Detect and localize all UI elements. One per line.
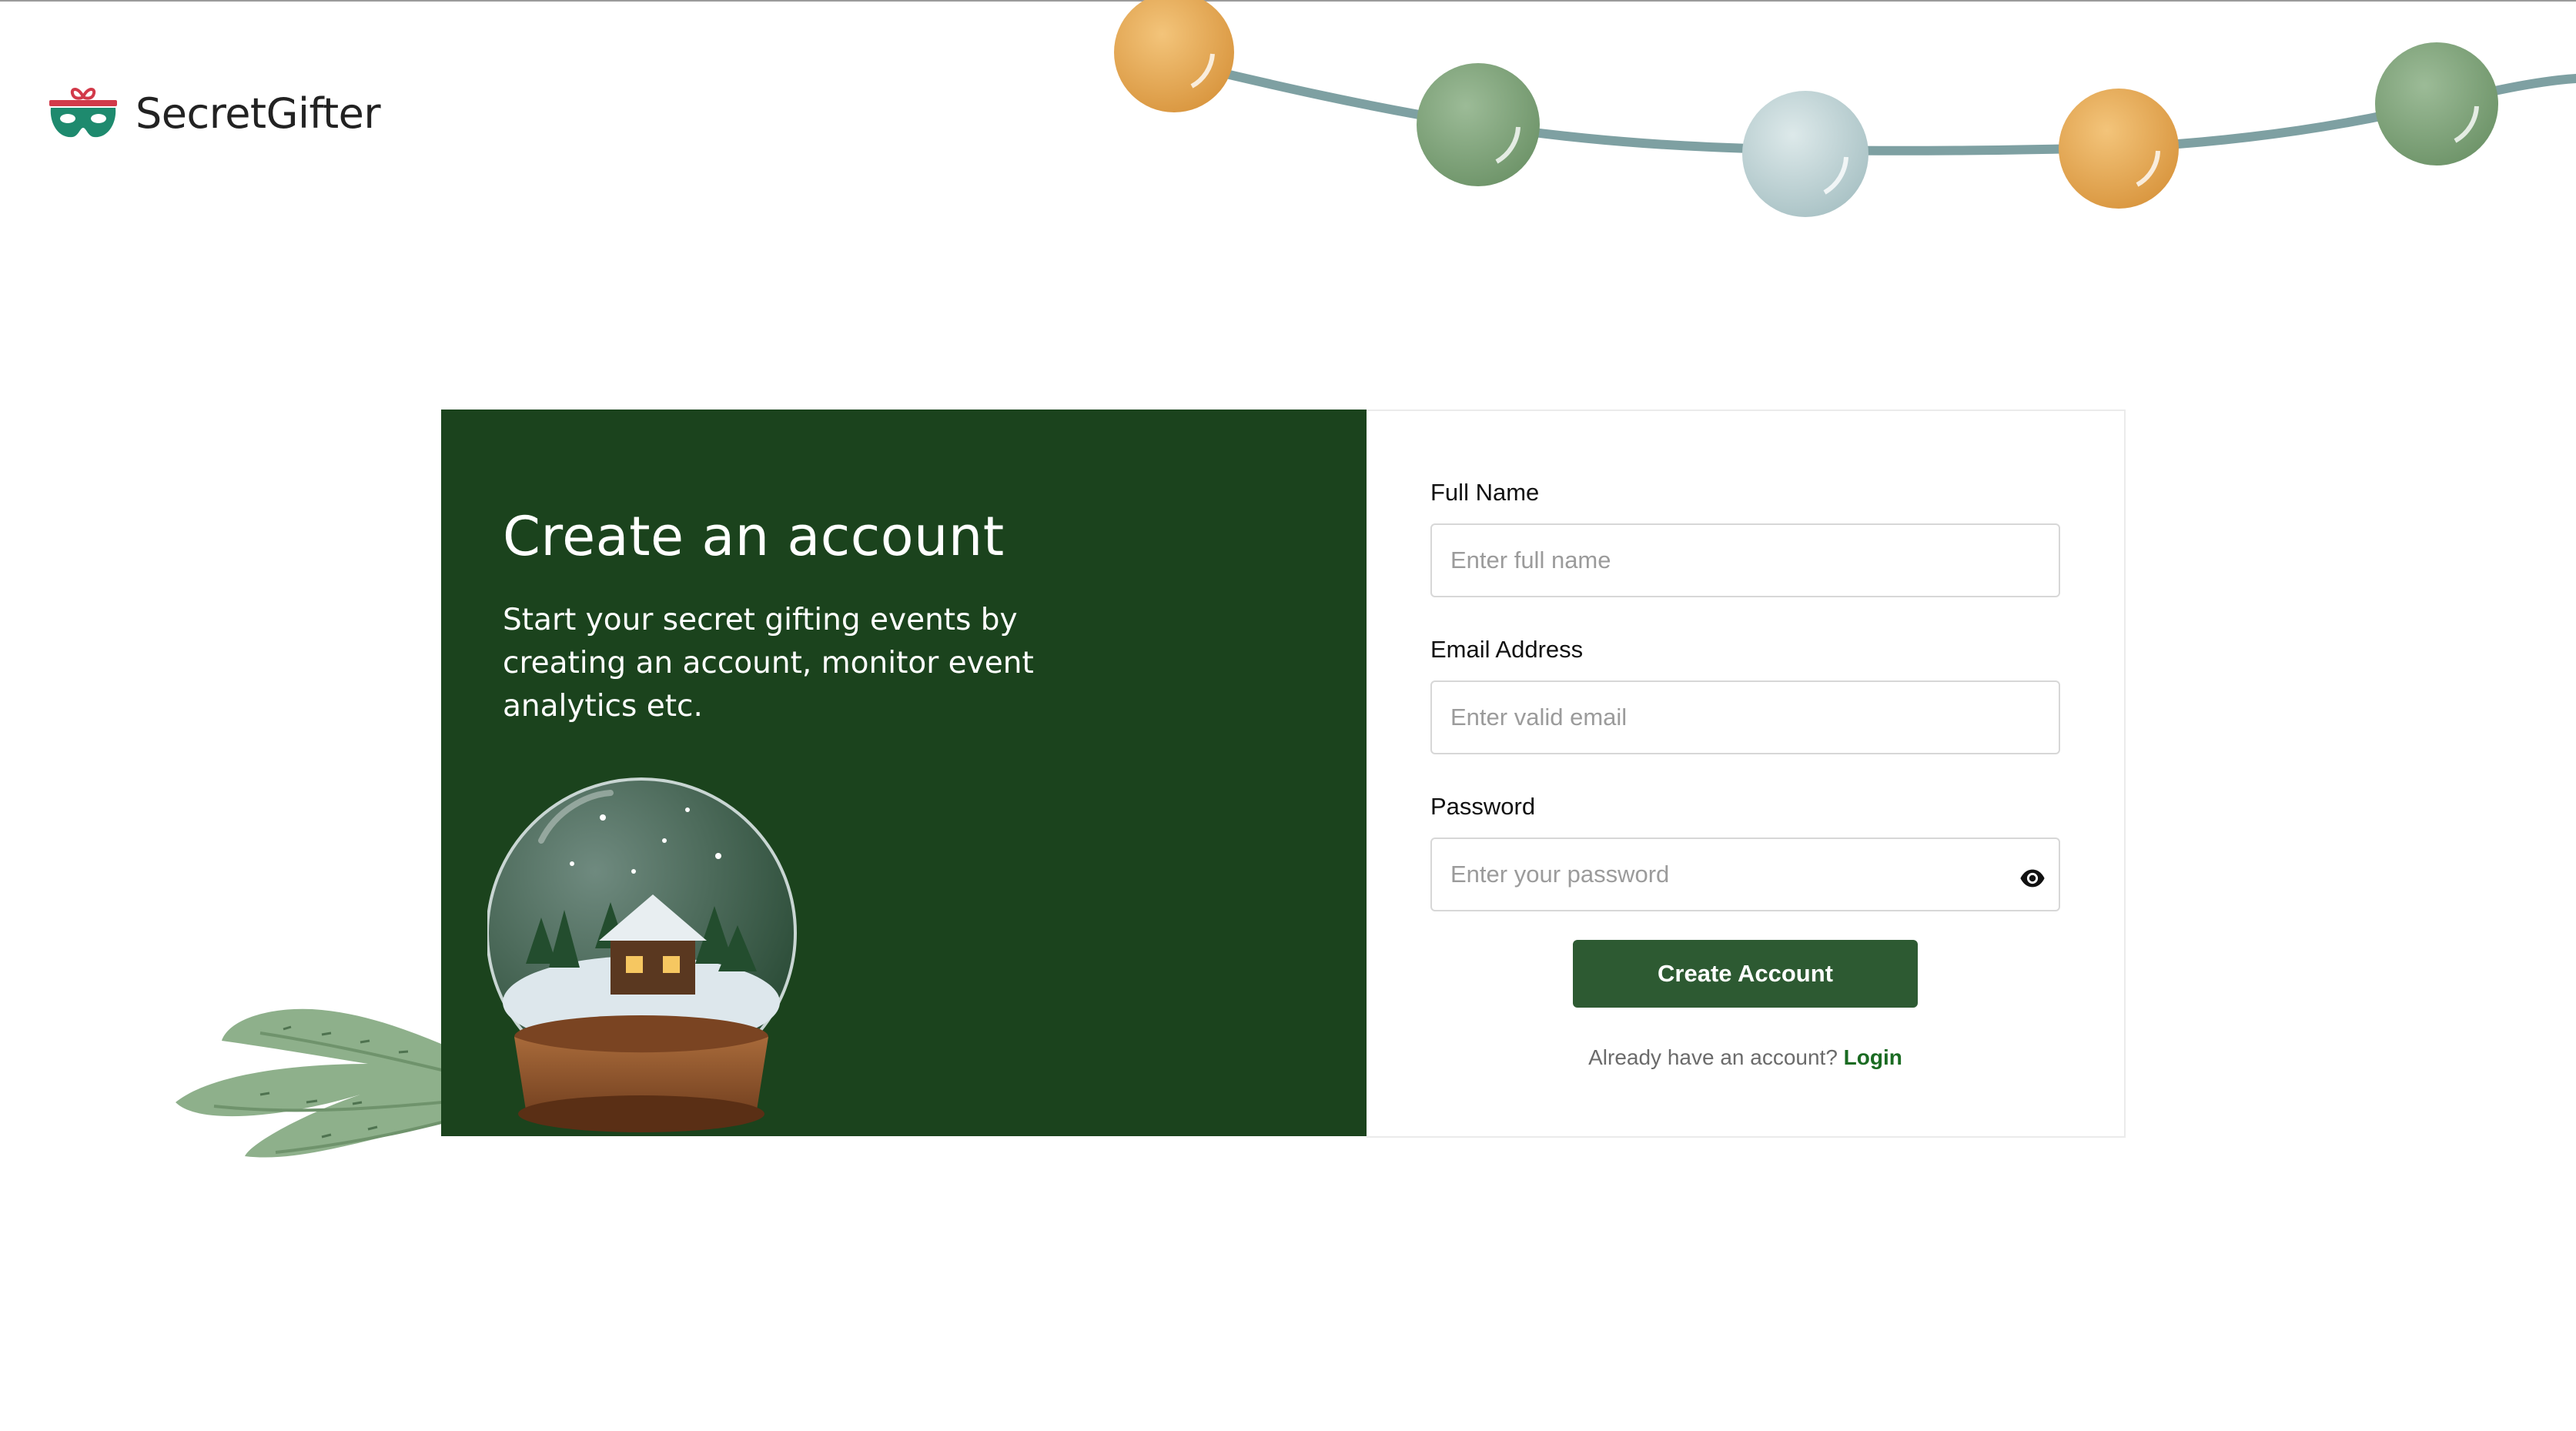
full-name-input[interactable]	[1430, 523, 2060, 597]
password-label: Password	[1430, 793, 1536, 820]
hero-title: Create an account	[503, 505, 1005, 568]
hero-subtitle: Start your secret gifting events by crea…	[503, 603, 1034, 724]
brand-logo[interactable]: SecretGifter	[48, 83, 381, 143]
snow-globe-illustration	[487, 777, 797, 1132]
email-label: Email Address	[1430, 636, 1584, 663]
email-input[interactable]	[1430, 680, 2060, 754]
full-name-label: Full Name	[1430, 479, 1540, 506]
login-prompt-text: Already have an account?	[1588, 1045, 1838, 1069]
ornament-ball	[2059, 89, 2179, 209]
login-link[interactable]: Login	[1844, 1045, 1902, 1069]
create-account-button[interactable]: Create Account	[1573, 940, 1918, 1008]
mask-gift-icon	[49, 88, 117, 138]
eye-icon[interactable]	[2019, 865, 2046, 891]
signup-form: Full Name Email Address Password Create …	[1367, 410, 2126, 1138]
ornament-ball	[2375, 42, 2498, 166]
brand-name: SecretGifter	[135, 89, 381, 138]
ornament-ball	[1417, 63, 1540, 186]
hero-panel: Create an account Start your secret gift…	[441, 410, 1367, 1136]
ornament-garland	[1114, 0, 2576, 217]
ornament-ball	[1114, 0, 1234, 112]
login-prompt-line: Already have an account? Login	[1367, 1045, 2124, 1070]
password-input[interactable]	[1430, 838, 2060, 911]
ornament-ball	[1742, 91, 1868, 217]
signup-card: Create an account Start your secret gift…	[441, 410, 2126, 1138]
